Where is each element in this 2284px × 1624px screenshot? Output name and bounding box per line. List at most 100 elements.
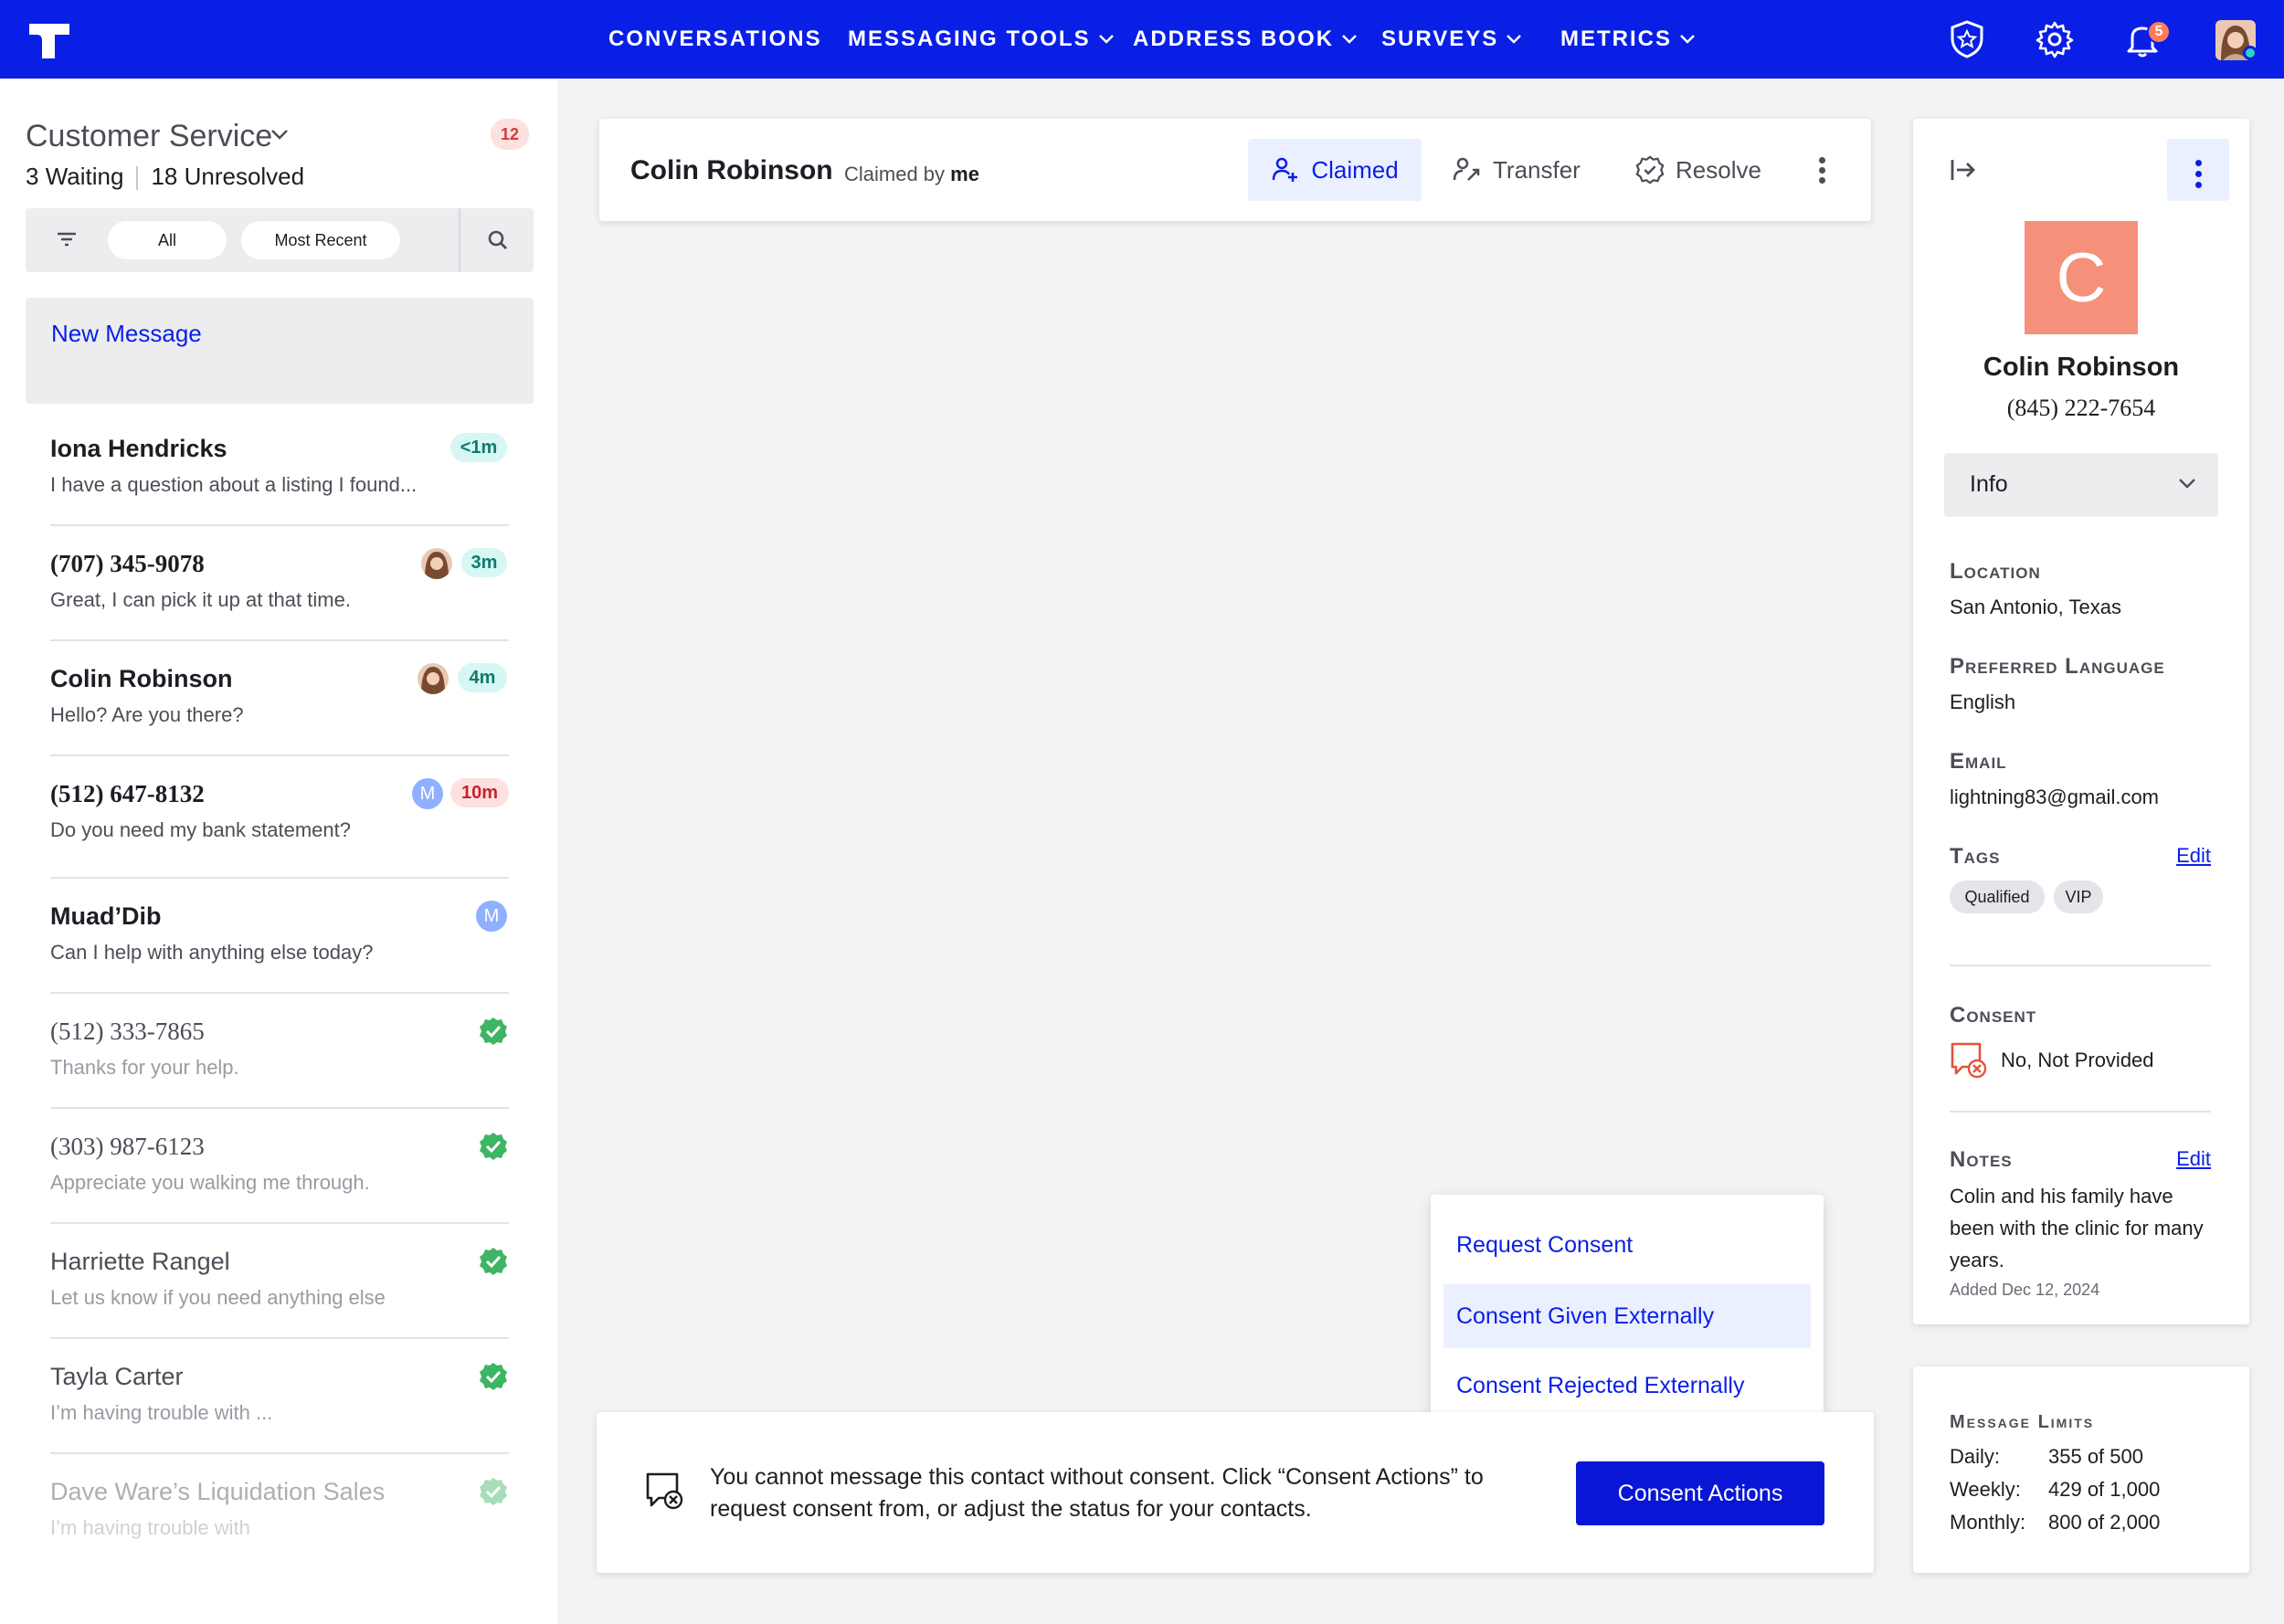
tag-chip[interactable]: Qualified (1950, 881, 2045, 913)
message-preview: Do you need my bank statement? (50, 818, 351, 841)
wait-time-badge: <1m (450, 433, 507, 462)
contact-profile-panel: C Colin Robinson (845) 222-7654 Info Loc… (1913, 119, 2249, 1324)
contact-name: Harriette Rangel (50, 1248, 230, 1275)
claimed-button[interactable]: Claimed (1248, 139, 1422, 201)
message-preview: I’m having trouble with ... (50, 1401, 273, 1424)
conversation-item[interactable]: (512) 333-7865 Thanks for your help. (50, 994, 509, 1109)
team-name[interactable]: Customer Service (26, 119, 272, 154)
resolved-check-icon (480, 1018, 507, 1045)
menu-item-consent-given-externally[interactable]: Consent Given Externally (1443, 1284, 1811, 1348)
contact-name: Colin Robinson (1983, 353, 2180, 382)
message-preview: Hello? Are you there? (50, 703, 244, 726)
conversation-item[interactable]: Tayla Carter I’m having trouble with ... (50, 1339, 509, 1454)
chevron-down-icon[interactable] (270, 128, 289, 141)
conversation-item[interactable]: Colin Robinson Hello? Are you there? 4m (50, 641, 509, 756)
contact-name: Dave Ware’s Liquidation Sales (50, 1478, 386, 1505)
consent-actions-button[interactable]: Consent Actions (1576, 1461, 1824, 1525)
contact-name: Muad’Dib (50, 902, 162, 930)
profile-more-menu[interactable] (2167, 139, 2229, 201)
notes-edit-link[interactable]: Edit (2176, 1147, 2211, 1171)
chevron-down-icon (1098, 35, 1114, 44)
nav-metrics[interactable]: Metrics (1560, 0, 1696, 79)
email-value: lightning83@gmail.com (1950, 786, 2160, 808)
conversation-item[interactable]: Iona Hendricks I have a question about a… (50, 411, 509, 526)
divider (136, 166, 139, 191)
divider (1950, 1111, 2211, 1113)
resolved-check-icon (480, 1363, 507, 1390)
new-message-label: New Message (51, 320, 202, 347)
selected-section: Info (1970, 471, 2008, 497)
gear-icon[interactable] (2034, 18, 2076, 60)
transfer-button[interactable]: Transfer (1453, 139, 1581, 201)
new-message-button[interactable]: New Message (26, 298, 534, 404)
language-value: English (1950, 691, 2016, 713)
wait-time-badge: 3m (461, 548, 507, 577)
contact-name: Iona Hendricks (50, 435, 227, 462)
conversation-contact-name: Colin Robinson (630, 155, 833, 185)
monthly-value: 800 of 2,000 (2048, 1511, 2161, 1534)
conversation-item[interactable]: Dave Ware’s Liquidation Sales I’m having… (50, 1454, 509, 1555)
notes-label: Notes (1950, 1147, 2013, 1172)
tag-chip[interactable]: VIP (2054, 881, 2103, 913)
shield-star-icon[interactable] (1946, 18, 1988, 60)
transfer-label: Transfer (1493, 155, 1581, 184)
chevron-down-icon (2179, 479, 2195, 489)
message-limits-card: Message Limits Daily: 355 of 500 Weekly: 4… (1913, 1366, 2249, 1573)
message-preview: Great, I can pick it up at that time. (50, 588, 351, 611)
app-logo[interactable] (27, 20, 71, 60)
divider (1950, 965, 2211, 966)
daily-label: Daily: (1950, 1445, 2001, 1468)
conversation-item[interactable]: Muad’Dib Can I help with anything else t… (50, 879, 509, 994)
filter-all-pill[interactable]: All (108, 221, 227, 259)
nav-address-book[interactable]: Address Book (1133, 0, 1358, 79)
consent-status: No, Not Provided (2001, 1049, 2154, 1071)
consent-denied-icon (1951, 1042, 1987, 1079)
nav-label: Metrics (1560, 26, 1672, 51)
language-label: Preferred Language (1950, 654, 2165, 679)
nav-label: Address Book (1133, 26, 1335, 51)
monthly-limit-row: Monthly: 800 of 2,000 (1950, 1511, 2160, 1534)
message-preview: Appreciate you walking me through. (50, 1171, 370, 1194)
message-preview: Let us know if you need anything else (50, 1286, 386, 1309)
menu-item-consent-rejected-externally[interactable]: Consent Rejected Externally (1443, 1354, 1811, 1418)
daily-value: 355 of 500 (2048, 1445, 2143, 1468)
contact-name: Colin Robinson (50, 665, 233, 692)
filter-most-recent-pill[interactable]: Most Recent (241, 221, 400, 259)
wait-time-badge: 4m (458, 663, 507, 692)
nav-label: Conversations (608, 26, 822, 51)
filter-icon[interactable] (55, 228, 79, 250)
menu-item-request-consent[interactable]: Request Consent (1443, 1213, 1811, 1277)
queue-stats: 3 Waiting 18 Unresolved (26, 163, 304, 191)
conversation-item[interactable]: (512) 647-8132 Do you need my bank state… (50, 756, 509, 879)
conversation-sidebar: Customer Service 12 3 Waiting 18 Unresolv… (0, 79, 557, 1624)
conversation-item[interactable]: (707) 345-9078 Great, I can pick it up a… (50, 526, 509, 641)
collapse-panel-icon[interactable] (1950, 157, 1977, 183)
conversation-more-menu[interactable] (1817, 153, 1826, 187)
nav-conversations[interactable]: Conversations (608, 0, 822, 79)
consent-actions-menu: Request Consent Consent Given Externally… (1431, 1195, 1824, 1438)
contact-avatar: C (2025, 221, 2138, 334)
conversation-item[interactable]: (303) 987-6123 Appreciate you walking me… (50, 1109, 509, 1224)
consent-label: Consent (1950, 1003, 2037, 1028)
no-consent-icon (646, 1472, 683, 1510)
online-status-dot (2243, 46, 2258, 60)
search-icon[interactable] (486, 228, 510, 252)
conversation-item[interactable]: Harriette Rangel Let us know if you need… (50, 1224, 509, 1339)
user-plus-icon (1273, 157, 1298, 182)
chevron-down-icon (1342, 35, 1357, 44)
top-navigation-bar: Conversations Messaging Tools Address Bo… (0, 0, 2284, 79)
nav-surveys[interactable]: Surveys (1381, 0, 1522, 79)
contact-name: (707) 345-9078 (50, 550, 205, 577)
weekly-limit-row: Weekly: 429 of 1,000 (1950, 1478, 2160, 1502)
message-preview: I have a question about a listing I foun… (50, 473, 418, 496)
resolved-check-icon (480, 1248, 507, 1275)
team-count-badge: 12 (491, 119, 529, 150)
profile-section-select[interactable]: Info (1944, 453, 2218, 517)
claimed-by-text: Claimed by me (844, 163, 979, 186)
nav-messaging-tools[interactable]: Messaging Tools (848, 0, 1115, 79)
tags-edit-link[interactable]: Edit (2176, 844, 2211, 868)
conversation-header: Colin Robinson Claimed by me Claimed Tra… (599, 119, 1871, 221)
resolve-button[interactable]: Resolve (1635, 139, 1761, 201)
weekly-value: 429 of 1,000 (2048, 1478, 2161, 1501)
monthly-label: Monthly: (1950, 1511, 2026, 1534)
